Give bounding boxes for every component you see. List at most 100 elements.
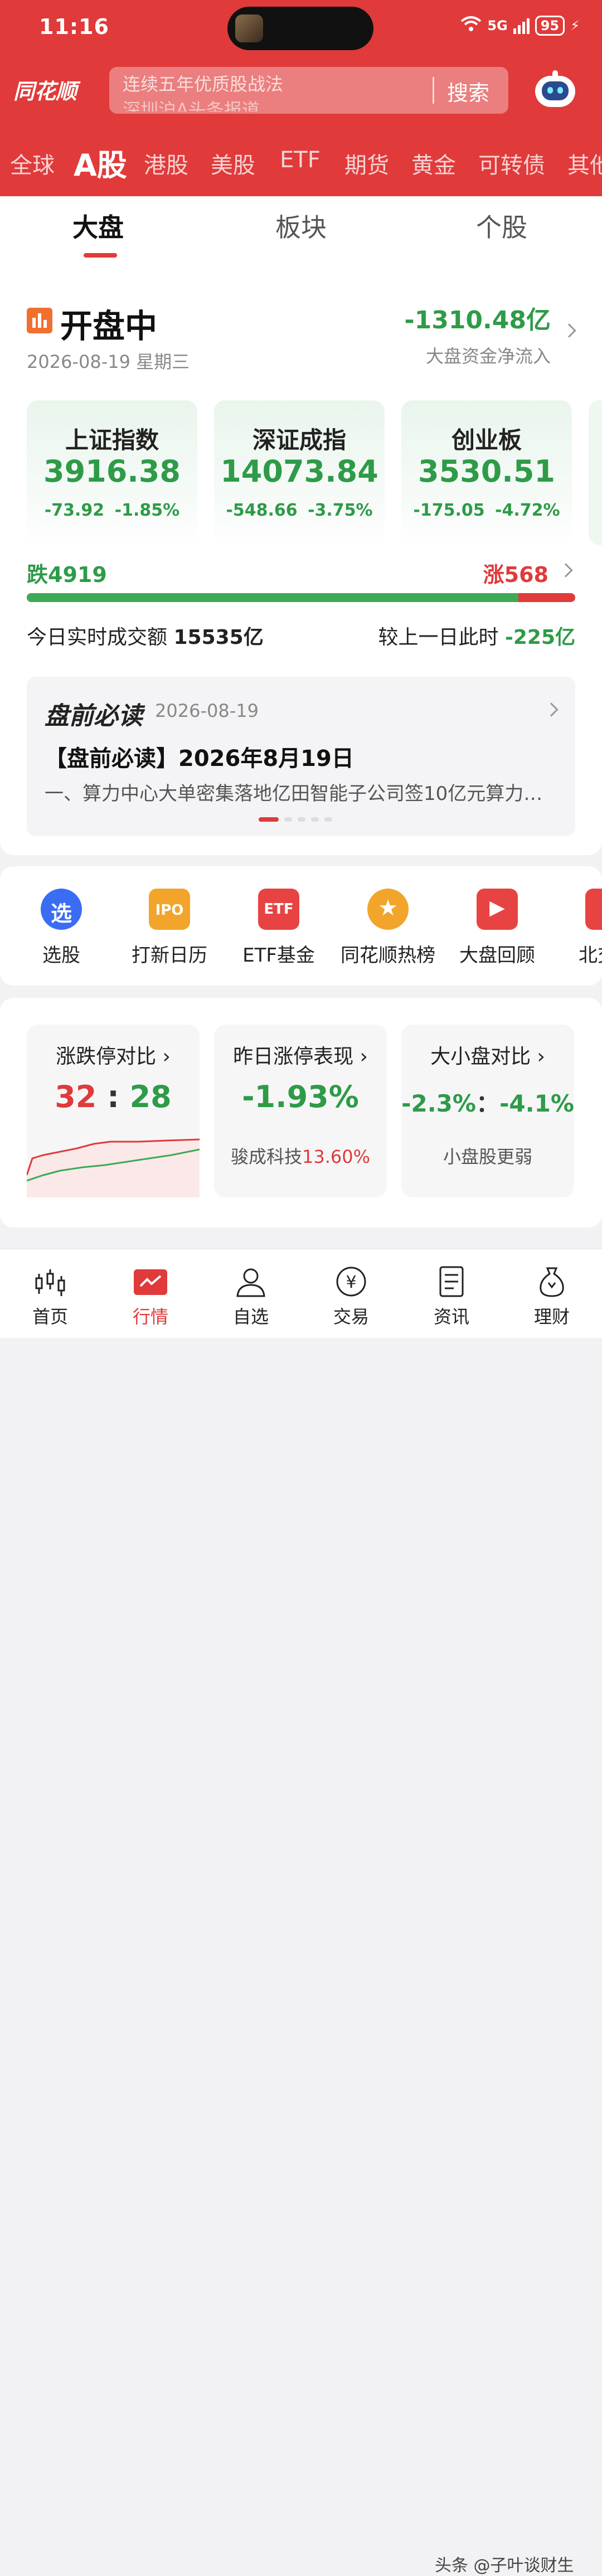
media-thumbnail xyxy=(235,14,263,42)
tab-wealth[interactable]: 理财 xyxy=(518,1266,585,1328)
charging-icon: ⚡ xyxy=(570,18,580,33)
market-tabs: 全球 A股 港股 美股 ETF 期货 黄金 可转债 其他 xyxy=(0,144,602,183)
tab-label: 理财 xyxy=(533,1306,570,1327)
index-card-shenzhen[interactable]: 深证成指 14073.84 -548.66 -3.75% xyxy=(214,400,385,545)
subtab-indicator xyxy=(84,253,117,258)
wifi-icon xyxy=(460,16,482,36)
battery-icon: 95 xyxy=(535,16,565,36)
news-date: 2026-08-19 xyxy=(155,700,259,721)
tab-quotes[interactable]: 行情 xyxy=(117,1266,184,1328)
watermark: 头条 @子叶谈财生 xyxy=(435,2556,574,2575)
shortcut-bse[interactable]: 北交所 xyxy=(551,889,602,967)
subtab-sector[interactable]: 板块 xyxy=(275,207,327,244)
limit-ratio: 32 : 28 xyxy=(55,1079,172,1114)
shortcut-label: 北交所 xyxy=(579,944,602,967)
shortcut-label: 打新日历 xyxy=(132,944,207,967)
bottom-tab-bar: 首页 行情 自选 ¥ 交易 资讯 理财 头条 @子叶谈财生 xyxy=(0,1249,602,2575)
shortcut-etf[interactable]: ETF ETF基金 xyxy=(223,889,334,967)
ipo-calendar-icon: IPO xyxy=(149,889,190,930)
limit-trend-sparkline xyxy=(27,1138,200,1197)
card-title: 大小盘对比 › xyxy=(430,1045,545,1068)
premarket-news-card[interactable]: 盘前必读 2026-08-19 【盘前必读】2026年8月19日 一、算力中心大… xyxy=(27,677,575,836)
size-ratio: -2.3%：-4.1% xyxy=(401,1090,574,1117)
top-stock: 骏成科技13.60% xyxy=(230,1146,371,1167)
tab-label: 首页 xyxy=(32,1306,68,1327)
svg-text:¥: ¥ xyxy=(346,1273,356,1292)
search-button[interactable]: 搜索 xyxy=(447,76,489,106)
etf-icon: ETF xyxy=(258,889,299,930)
document-icon xyxy=(435,1266,468,1297)
shortcut-market-review[interactable]: ▶ 大盘回顾 xyxy=(441,889,553,967)
index-value: 14073.84 xyxy=(220,454,378,489)
news-title: 【盘前必读】2026年8月19日 xyxy=(45,746,354,772)
index-name: 创业板 xyxy=(451,426,522,454)
tab-news[interactable]: 资讯 xyxy=(418,1266,485,1328)
size-note: 小盘股更弱 xyxy=(443,1146,532,1167)
limit-compare-card[interactable]: 涨跌停对比 › 32 : 28 xyxy=(27,1025,200,1197)
shortcut-grid: 选 选股 IPO 打新日历 ETF ETF基金 ★ 同花顺热榜 ▶ 大盘回顾 北… xyxy=(0,866,602,986)
tab-a-shares[interactable]: A股 xyxy=(74,144,127,183)
tab-trade[interactable]: ¥ 交易 xyxy=(318,1266,385,1328)
index-name: 深证成指 xyxy=(252,426,346,454)
card-title: 涨跌停对比 › xyxy=(56,1045,171,1068)
tab-label: 交易 xyxy=(333,1306,369,1327)
search-bar[interactable]: 连续五年优质股战法 深圳沪A头条报道 搜索 xyxy=(109,67,508,114)
fall-count: 跌4919 xyxy=(27,562,107,587)
shortcut-stock-picker[interactable]: 选 选股 xyxy=(6,889,117,967)
news-brand: 盘前必读 xyxy=(45,702,143,730)
yesterday-limit-card[interactable]: 昨日涨停表现 › -1.93% 骏成科技13.60% xyxy=(214,1025,387,1197)
index-card-shanghai[interactable]: 上证指数 3916.38 -73.92 -1.85% xyxy=(27,400,197,545)
chevron-right-icon[interactable] xyxy=(559,563,573,578)
network-label: 5G xyxy=(487,18,508,33)
tab-other[interactable]: 其他 xyxy=(567,147,602,180)
tab-convertible[interactable]: 可转债 xyxy=(478,147,545,180)
turnover-compare: 较上一日此时 -225亿 xyxy=(378,626,575,649)
tab-etf[interactable]: ETF xyxy=(280,147,321,173)
hot-list-icon: ★ xyxy=(367,889,409,930)
market-status: 开盘中 xyxy=(60,307,158,345)
shortcut-ipo-calendar[interactable]: IPO 打新日历 xyxy=(114,889,225,967)
search-hint-next: 深圳沪A头条报道 xyxy=(123,99,260,111)
app-logo[interactable]: 同花顺 xyxy=(13,74,77,105)
tab-label: 行情 xyxy=(132,1306,168,1327)
shortcut-hot-list[interactable]: ★ 同花顺热榜 xyxy=(332,889,444,967)
shortcut-label: ETF基金 xyxy=(242,944,315,967)
index-card-chinext[interactable]: 创业板 3530.51 -175.05 -4.72% xyxy=(401,400,572,545)
index-value: 3916.38 xyxy=(43,454,181,489)
chevron-right-icon[interactable] xyxy=(544,702,559,717)
quotes-chart-icon xyxy=(134,1266,167,1297)
chevron-right-icon[interactable] xyxy=(562,323,576,338)
subtab-stock[interactable]: 个股 xyxy=(476,207,527,244)
index-card-next[interactable] xyxy=(589,400,602,545)
candlestick-icon xyxy=(27,308,52,333)
tab-home[interactable]: 首页 xyxy=(17,1266,84,1328)
index-change: -175.05 -4.72% xyxy=(413,501,560,520)
subtab-market[interactable]: 大盘 xyxy=(72,207,124,244)
shortcut-label: 选股 xyxy=(42,944,80,967)
market-date: 2026-08-19 星期三 xyxy=(27,351,190,372)
market-review-icon: ▶ xyxy=(477,889,518,930)
tab-global[interactable]: 全球 xyxy=(10,147,55,180)
yesterday-limit-value: -1.93% xyxy=(242,1079,359,1114)
dynamic-island[interactable] xyxy=(227,7,373,50)
shortcut-label: 同花顺热榜 xyxy=(341,944,435,967)
index-name: 上证指数 xyxy=(65,426,159,454)
tab-gold[interactable]: 黄金 xyxy=(411,147,456,180)
assistant-robot-icon[interactable] xyxy=(533,70,577,109)
size-compare-card[interactable]: 大小盘对比 › -2.3%：-4.1% 小盘股更弱 xyxy=(401,1025,574,1197)
index-change: -548.66 -3.75% xyxy=(226,501,373,520)
tab-watchlist[interactable]: 自选 xyxy=(217,1266,284,1328)
breadth-bar xyxy=(27,593,575,602)
turnover: 今日实时成交额 15535亿 xyxy=(27,626,264,649)
status-icons: 5G 95 ⚡ xyxy=(460,16,580,36)
money-bag-icon xyxy=(535,1266,569,1297)
net-flow-value[interactable]: -1310.48亿 xyxy=(404,300,551,336)
tab-us[interactable]: 美股 xyxy=(211,147,255,180)
tab-hk[interactable]: 港股 xyxy=(144,147,188,180)
market-overview-card: 大盘 板块 个股 开盘中 2026-08-19 星期三 -1310.48亿 大盘… xyxy=(0,196,602,855)
shortcut-label: 大盘回顾 xyxy=(459,944,535,967)
status-bar: 11:16 5G 95 ⚡ xyxy=(0,0,602,56)
tab-futures[interactable]: 期货 xyxy=(344,147,389,180)
news-body: 一、算力中心大单密集落地亿田智能子公司签10亿元算力服务合同... xyxy=(45,783,557,805)
net-flow-label: 大盘资金净流入 xyxy=(425,346,551,367)
